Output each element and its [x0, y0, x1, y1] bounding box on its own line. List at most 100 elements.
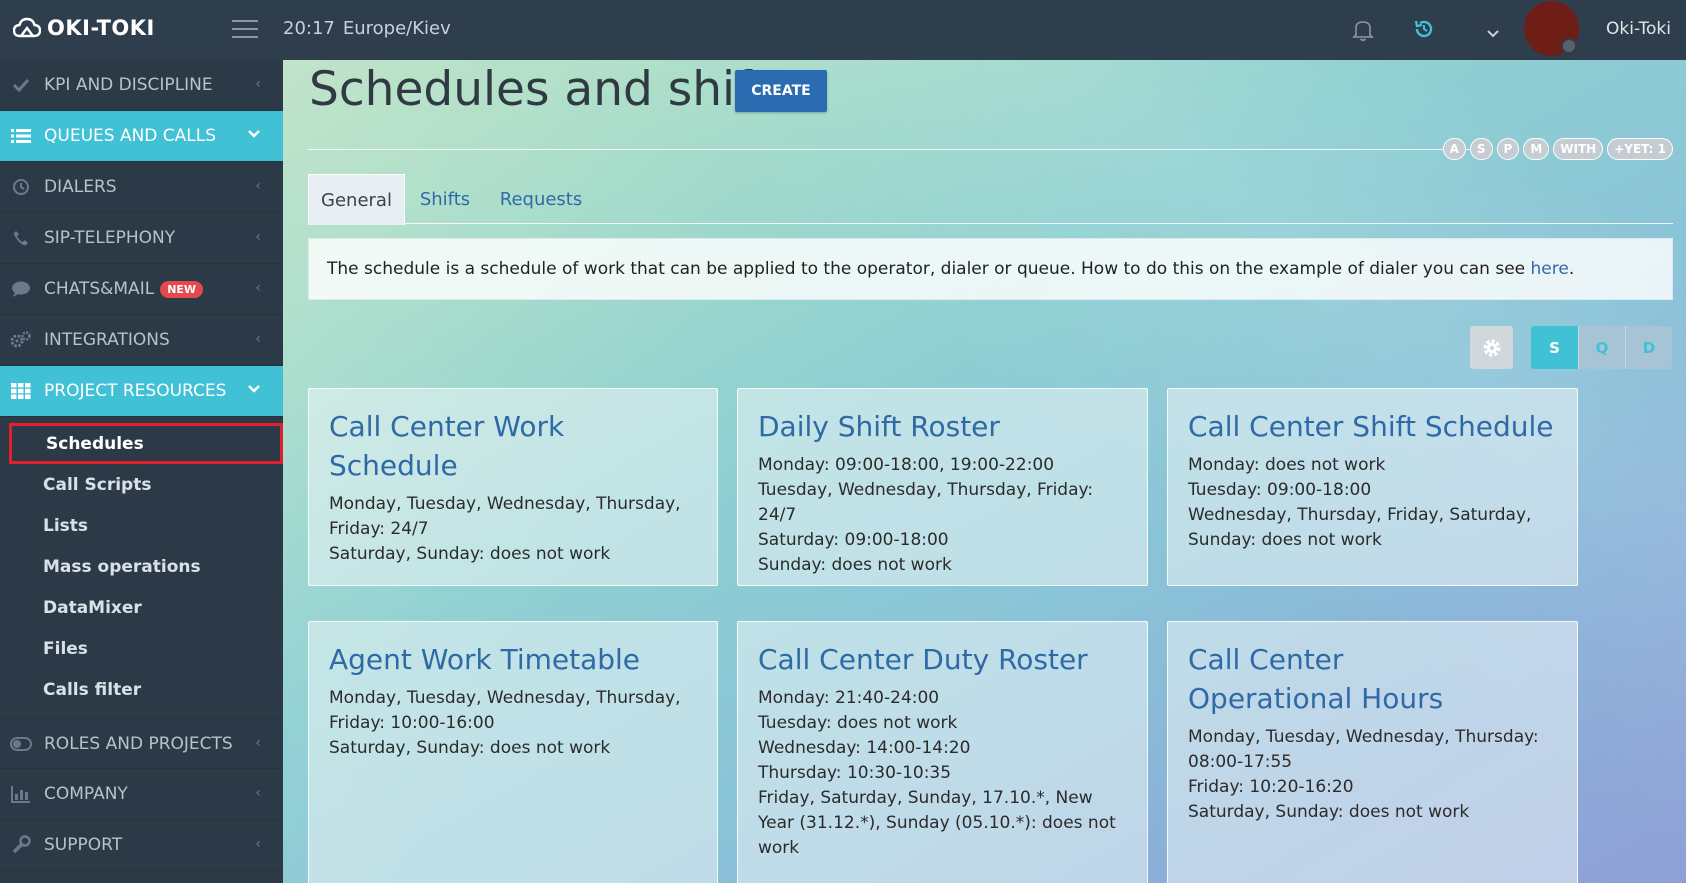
chat-icon: [10, 279, 32, 299]
submenu-item-call-scripts[interactable]: Call Scripts: [0, 464, 283, 505]
submenu-item-datamixer[interactable]: DataMixer: [0, 587, 283, 628]
sidebar-item-label: SIP-TELEPHONY: [44, 228, 176, 248]
clock-icon: [10, 177, 32, 197]
schedule-card-title[interactable]: Call Center Duty Roster: [758, 640, 1127, 679]
sidebar-item-queues-and-calls[interactable]: QUEUES AND CALLS: [0, 111, 283, 162]
schedule-card-title[interactable]: Call Center Work Schedule: [329, 407, 697, 485]
bell-icon[interactable]: [1352, 18, 1374, 46]
sidebar: KPI AND DISCIPLINE ‹ QUEUES AND CALLS DI…: [0, 60, 283, 883]
schedule-card-line: Monday, Tuesday, Wednesday, Thursday:: [1188, 727, 1539, 747]
submenu-item-schedules[interactable]: Schedules: [9, 423, 283, 464]
sidebar-item-support[interactable]: SUPPORT ‹: [0, 820, 283, 871]
bar-chart-icon: [10, 784, 32, 804]
chevron-left-icon: ‹: [255, 76, 261, 92]
schedule-card-line: Monday, Tuesday, Wednesday, Thursday,: [329, 688, 681, 708]
schedule-card-title[interactable]: Call Center Shift Schedule: [1188, 407, 1557, 446]
schedule-card-line: Thursday: 10:30-10:35: [758, 763, 952, 783]
schedule-card[interactable]: Daily Shift Roster Monday: 09:00-18:00, …: [737, 388, 1148, 586]
schedule-card[interactable]: Call Center Duty Roster Monday: 21:40-24…: [737, 621, 1148, 883]
schedule-card-line: Friday, Saturday, Sunday, 17.10.*, New: [758, 788, 1093, 808]
title-divider: [308, 149, 1488, 150]
schedule-card-title[interactable]: Call Center Operational Hours: [1188, 640, 1488, 718]
schedule-card-line: Monday, Tuesday, Wednesday, Thursday,: [329, 494, 681, 514]
tab-shifts[interactable]: Shifts: [418, 174, 472, 225]
menu-toggle-button[interactable]: [232, 20, 258, 40]
chevron-left-icon: ‹: [255, 836, 261, 852]
view-toggle-q[interactable]: Q: [1578, 326, 1625, 369]
chevron-left-icon: ‹: [255, 178, 261, 194]
schedule-card-line: Sunday: does not work: [1188, 530, 1382, 550]
sidebar-item-label: ROLES AND PROJECTS: [44, 733, 233, 754]
sidebar-item-label: DIALERS: [44, 177, 117, 197]
phone-icon: [10, 228, 32, 248]
schedule-card-title[interactable]: Daily Shift Roster: [758, 407, 1127, 446]
chevron-down-icon: [247, 127, 261, 143]
tab-requests[interactable]: Requests: [500, 174, 583, 225]
filter-pill-m[interactable]: M: [1523, 138, 1550, 160]
history-icon[interactable]: [1413, 18, 1435, 44]
sidebar-item-company[interactable]: COMPANY ‹: [0, 769, 283, 820]
tab-general[interactable]: General: [308, 174, 405, 225]
username[interactable]: Oki-Toki: [1606, 19, 1671, 39]
gears-icon: [10, 330, 32, 350]
chevron-left-icon: ‹: [255, 331, 261, 347]
submenu-item-lists[interactable]: Lists: [0, 505, 283, 546]
toggle-icon: [10, 734, 32, 754]
submenu-item-mass-operations[interactable]: Mass operations: [0, 546, 283, 587]
sidebar-item-integrations[interactable]: INTEGRATIONS ‹: [0, 315, 283, 366]
schedule-card-line: Friday: 24/7: [329, 519, 429, 539]
sidebar-item-label: PROJECT RESOURCES: [44, 381, 227, 401]
create-button[interactable]: CREATE: [735, 70, 827, 112]
view-toggle-d[interactable]: D: [1625, 326, 1672, 369]
sidebar-item-roles-and-projects[interactable]: ROLES AND PROJECTS ‹: [0, 718, 283, 769]
schedule-card-line: Wednesday, Thursday, Friday, Saturday,: [1188, 505, 1532, 525]
sidebar-item-kpi-and-discipline[interactable]: KPI AND DISCIPLINE ‹: [0, 60, 283, 111]
wrench-icon: [10, 835, 32, 855]
filter-pill-s[interactable]: S: [1469, 138, 1493, 160]
schedule-card[interactable]: Call Center Operational Hours Monday, Tu…: [1167, 621, 1578, 883]
filter-pill-p[interactable]: P: [1496, 138, 1520, 160]
chevron-left-icon: ‹: [255, 735, 261, 751]
grid-icon: [10, 381, 32, 401]
info-link[interactable]: here: [1531, 259, 1569, 279]
clock: 20:17 Europe/Kiev: [283, 18, 451, 39]
sidebar-item-label: COMPANY: [44, 784, 128, 804]
schedule-card-line: Tuesday: 09:00-18:00: [1188, 480, 1372, 500]
schedule-card[interactable]: Agent Work Timetable Monday, Tuesday, We…: [308, 621, 718, 883]
chevron-down-icon[interactable]: [1486, 24, 1500, 43]
clock-time: 20:17: [283, 18, 335, 39]
filter-pill-with[interactable]: WITH: [1553, 138, 1604, 160]
avatar[interactable]: [1524, 1, 1579, 56]
filter-pill-a[interactable]: A: [1442, 138, 1466, 160]
sidebar-item-label: QUEUES AND CALLS: [44, 126, 217, 146]
logo-text: OKI-TOKI: [47, 16, 155, 40]
info-banner: The schedule is a schedule of work that …: [308, 238, 1673, 300]
schedule-card-line: Saturday, Sunday: does not work: [329, 544, 611, 564]
schedule-card-line: Monday: 21:40-24:00: [758, 688, 940, 708]
settings-button[interactable]: [1470, 326, 1513, 369]
main-content: Schedules and shifts CREATE A S P M WITH…: [283, 60, 1686, 883]
chevron-left-icon: ‹: [255, 280, 261, 296]
info-text: The schedule is a schedule of work that …: [327, 259, 1575, 279]
filter-pills: A S P M WITH +YET: 1: [1442, 138, 1673, 160]
filter-pill-more[interactable]: +YET: 1: [1607, 138, 1673, 160]
sidebar-item-dialers[interactable]: DIALERS ‹: [0, 162, 283, 213]
submenu-item-files[interactable]: Files: [0, 628, 283, 669]
sidebar-item-chats-mail[interactable]: CHATS&MAIL NEW ‹: [0, 264, 283, 315]
schedule-card[interactable]: Call Center Shift Schedule Monday: does …: [1167, 388, 1578, 586]
submenu-item-calls-filter[interactable]: Calls filter: [0, 669, 283, 710]
page-title: Schedules and shifts: [309, 62, 794, 117]
schedule-card[interactable]: Call Center Work Schedule Monday, Tuesda…: [308, 388, 718, 586]
logo[interactable]: OKI-TOKI: [13, 16, 155, 40]
sidebar-item-sip-telephony[interactable]: SIP-TELEPHONY ‹: [0, 213, 283, 264]
check-icon: [10, 75, 32, 95]
view-toggle-s[interactable]: S: [1531, 326, 1578, 369]
schedule-card-line: Saturday, Sunday: does not work: [329, 738, 611, 758]
list-icon: [10, 126, 32, 146]
sidebar-item-project-resources[interactable]: PROJECT RESOURCES: [0, 366, 283, 417]
schedule-card-title[interactable]: Agent Work Timetable: [329, 640, 697, 679]
schedule-card-line: Wednesday: 14:00-14:20: [758, 738, 971, 758]
gear-icon: [1483, 339, 1500, 356]
top-header: OKI-TOKI 20:17 Europe/Kiev Oki-Toki: [0, 0, 1686, 60]
schedule-card-line: Friday: 10:00-16:00: [329, 713, 495, 733]
